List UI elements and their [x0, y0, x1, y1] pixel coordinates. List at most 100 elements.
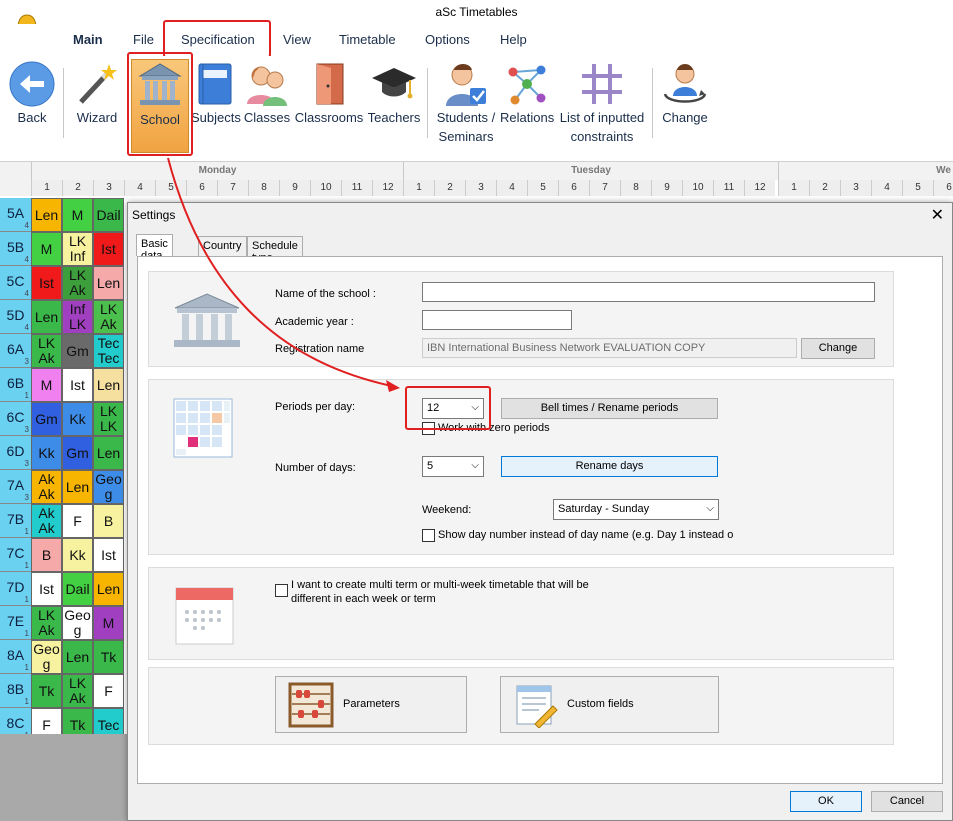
lesson-card[interactable]: Tk: [93, 640, 124, 674]
wizard-button[interactable]: Wizard: [70, 60, 124, 156]
lesson-card[interactable]: Ist: [93, 232, 124, 266]
lesson-card[interactable]: F: [93, 674, 124, 708]
parameters-button[interactable]: Parameters: [275, 676, 467, 733]
tab-country[interactable]: Country: [198, 236, 247, 256]
lesson-card[interactable]: Tec Tec: [93, 334, 124, 368]
class-row-label[interactable]: 6D 3: [0, 436, 31, 470]
lesson-card[interactable]: Kk: [31, 436, 62, 470]
class-row-label[interactable]: 7A 3: [0, 470, 31, 504]
back-button[interactable]: Back: [6, 60, 58, 156]
school-name-input[interactable]: [422, 282, 875, 302]
rename-days-button[interactable]: Rename days: [501, 456, 718, 477]
lesson-card[interactable]: Tk: [31, 674, 62, 708]
lesson-card[interactable]: Len: [62, 640, 93, 674]
lesson-card[interactable]: Kk: [62, 402, 93, 436]
class-row-label[interactable]: 8A 1: [0, 640, 31, 674]
class-row-label[interactable]: 5C 4: [0, 266, 31, 300]
lesson-card[interactable]: Len: [93, 572, 124, 606]
weekend-select[interactable]: Saturday - Sunday ⌵: [553, 499, 719, 520]
class-row-label[interactable]: 5B 4: [0, 232, 31, 266]
lesson-card[interactable]: M: [31, 232, 62, 266]
lesson-card[interactable]: LK Ak: [31, 334, 62, 368]
students-seminars-button[interactable]: Students / Seminars: [432, 60, 500, 156]
lesson-card[interactable]: B: [93, 504, 124, 538]
lesson-card[interactable]: LK Ak: [62, 266, 93, 300]
extra-settings-group: Parameters Custom fields: [148, 667, 894, 745]
lesson-card[interactable]: Dail: [93, 198, 124, 232]
lesson-card[interactable]: Ak Ak: [31, 470, 62, 504]
relations-button[interactable]: Relations: [500, 60, 554, 156]
menu-file[interactable]: File: [133, 32, 154, 47]
ok-button[interactable]: OK: [790, 791, 862, 812]
lesson-card[interactable]: Dail: [62, 572, 93, 606]
lesson-card[interactable]: F: [62, 504, 93, 538]
lesson-card[interactable]: Ist: [93, 538, 124, 572]
lesson-card[interactable]: LK Inf: [62, 232, 93, 266]
number-of-days-select[interactable]: 5 ⌵: [422, 456, 484, 477]
lesson-card[interactable]: Geo g: [93, 470, 124, 504]
classes-button[interactable]: Classes: [242, 60, 292, 156]
academic-year-input[interactable]: [422, 310, 572, 330]
lesson-card[interactable]: Kk: [62, 538, 93, 572]
back-arrow-icon: [9, 61, 55, 107]
close-icon[interactable]: ✕: [931, 205, 944, 225]
lesson-card[interactable]: B: [31, 538, 62, 572]
menu-main[interactable]: Main: [73, 32, 103, 47]
class-row-label[interactable]: 5D 4: [0, 300, 31, 334]
menu-options[interactable]: Options: [425, 32, 470, 47]
lesson-card[interactable]: M: [31, 368, 62, 402]
bell-times-button[interactable]: Bell times / Rename periods: [501, 398, 718, 419]
period-number: 5: [902, 180, 933, 196]
list-of-constraints-button[interactable]: List of inputted constraints: [556, 60, 648, 156]
lesson-card[interactable]: Len: [31, 300, 62, 334]
lesson-card[interactable]: Len: [62, 470, 93, 504]
lesson-card[interactable]: Geo g: [62, 606, 93, 640]
lesson-card[interactable]: Inf LK: [62, 300, 93, 334]
subjects-button[interactable]: Subjects: [191, 60, 241, 156]
lesson-card[interactable]: LK LK: [93, 402, 124, 436]
class-row-label[interactable]: 5A 4: [0, 198, 31, 232]
custom-fields-button[interactable]: Custom fields: [500, 676, 719, 733]
lesson-card[interactable]: Gm: [62, 334, 93, 368]
change-button[interactable]: Change: [658, 60, 712, 156]
menu-help[interactable]: Help: [500, 32, 527, 47]
class-row-label[interactable]: 6A 3: [0, 334, 31, 368]
lesson-card[interactable]: Ist: [31, 572, 62, 606]
change-registration-button[interactable]: Change: [801, 338, 875, 359]
lesson-card[interactable]: Gm: [31, 402, 62, 436]
multi-term-checkbox[interactable]: [275, 584, 288, 597]
lesson-card[interactable]: M: [93, 606, 124, 640]
lesson-card[interactable]: LK Ak: [62, 674, 93, 708]
menu-view[interactable]: View: [283, 32, 311, 47]
highlight-school: [127, 52, 193, 156]
class-row-label[interactable]: 7B 1: [0, 504, 31, 538]
tab-schedule-type[interactable]: Schedule type: [247, 236, 303, 264]
class-row-label[interactable]: 7C 1: [0, 538, 31, 572]
lesson-card[interactable]: Geo g: [31, 640, 62, 674]
highlight-periods-per-day: [405, 386, 491, 430]
class-row-label[interactable]: 6C 3: [0, 402, 31, 436]
lesson-card[interactable]: Len: [31, 198, 62, 232]
class-row-label[interactable]: 7D 1: [0, 572, 31, 606]
lesson-card[interactable]: Gm: [62, 436, 93, 470]
teachers-button[interactable]: Teachers: [366, 60, 422, 156]
lesson-card[interactable]: Len: [93, 436, 124, 470]
lesson-card[interactable]: Ist: [62, 368, 93, 402]
day-number-checkbox[interactable]: [422, 529, 435, 542]
class-row-label[interactable]: 7E 1: [0, 606, 31, 640]
lesson-card[interactable]: LK Ak: [31, 606, 62, 640]
lesson-card[interactable]: M: [62, 198, 93, 232]
period-number: 11: [713, 180, 744, 196]
lesson-card[interactable]: LK Ak: [93, 300, 124, 334]
tab-basic-data[interactable]: Basic data: [136, 234, 173, 262]
class-row-label[interactable]: 8B 1: [0, 674, 31, 708]
lesson-card[interactable]: Len: [93, 266, 124, 300]
class-row-label[interactable]: 6B 1: [0, 368, 31, 402]
classrooms-button[interactable]: Classrooms: [294, 60, 364, 156]
lesson-card[interactable]: Ist: [31, 266, 62, 300]
cancel-button[interactable]: Cancel: [871, 791, 943, 812]
lesson-card[interactable]: Ak Ak: [31, 504, 62, 538]
lesson-card[interactable]: Len: [93, 368, 124, 402]
basic-data-panel: Name of the school : Academic year : Reg…: [137, 256, 943, 784]
menu-timetable[interactable]: Timetable: [339, 32, 396, 47]
